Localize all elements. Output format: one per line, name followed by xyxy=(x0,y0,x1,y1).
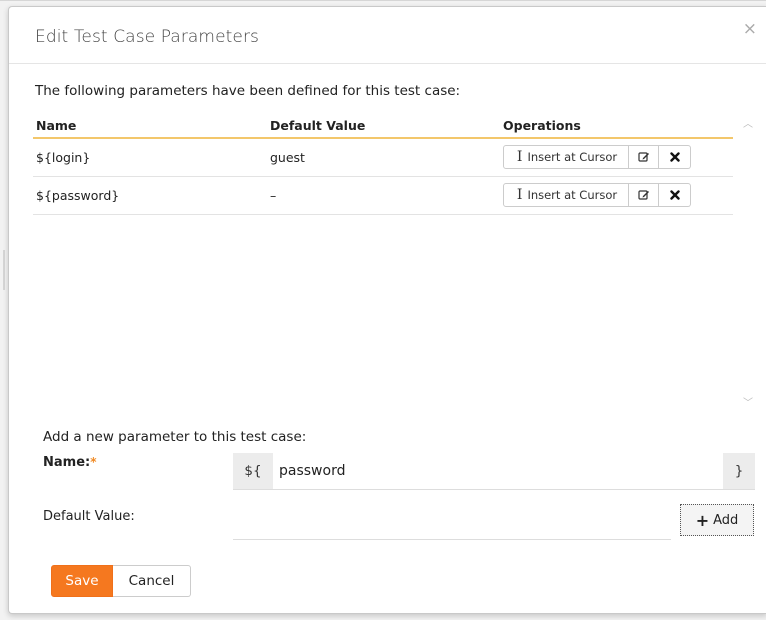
table-scrollbar[interactable]: ︿ ﹀ xyxy=(739,111,757,413)
parameter-name: ${login} xyxy=(36,150,91,165)
insert-at-cursor-button[interactable]: I Insert at Cursor xyxy=(503,145,629,169)
header-divider xyxy=(9,63,766,64)
edit-button[interactable] xyxy=(629,183,659,207)
insert-at-cursor-label: Insert at Cursor xyxy=(527,188,618,202)
edit-icon xyxy=(637,152,649,162)
parameter-default-value: – xyxy=(270,188,277,203)
name-suffix: } xyxy=(723,453,755,489)
column-header-default-value: Default Value xyxy=(270,118,366,133)
insert-at-cursor-label: Insert at Cursor xyxy=(527,150,618,164)
background-divider xyxy=(3,250,5,290)
cancel-button[interactable]: Cancel xyxy=(113,565,191,597)
parameters-table: Name Default Value Operations ${login} g… xyxy=(33,111,757,413)
add-button-label: Add xyxy=(713,512,739,528)
column-header-name: Name xyxy=(36,118,77,133)
parameter-name: ${password} xyxy=(36,188,120,203)
text-cursor-icon: I xyxy=(516,187,523,203)
edit-button[interactable] xyxy=(629,145,659,169)
required-marker: * xyxy=(90,455,97,469)
text-cursor-icon: I xyxy=(516,149,523,165)
name-label: Name:* xyxy=(43,455,97,470)
edit-parameters-dialog: Edit Test Case Parameters × The followin… xyxy=(8,6,766,614)
scroll-up-icon[interactable]: ︿ xyxy=(743,115,753,130)
parameter-name-input[interactable] xyxy=(279,453,719,489)
row-operations: I Insert at Cursor xyxy=(503,145,691,169)
delete-button[interactable] xyxy=(659,183,691,207)
add-parameter-title: Add a new parameter to this test case: xyxy=(43,429,307,445)
add-button[interactable]: + Add xyxy=(680,504,754,536)
close-icon[interactable]: × xyxy=(743,21,757,38)
table-row: ${password} – I Insert at Cursor xyxy=(33,177,733,215)
plus-icon: + xyxy=(695,510,710,530)
default-value-label: Default Value: xyxy=(43,509,135,524)
parameter-default-value: guest xyxy=(270,150,305,165)
delete-icon xyxy=(669,152,680,162)
save-button[interactable]: Save xyxy=(51,565,113,597)
dialog-title: Edit Test Case Parameters xyxy=(35,27,260,47)
background-divider xyxy=(0,0,766,1)
row-operations: I Insert at Cursor xyxy=(503,183,691,207)
edit-icon xyxy=(637,190,649,200)
table-row: ${login} guest I Insert at Cursor xyxy=(33,139,733,177)
name-input-group: ${ } xyxy=(233,453,755,490)
table-header: Name Default Value Operations xyxy=(33,111,733,139)
scroll-down-icon[interactable]: ﹀ xyxy=(743,394,753,409)
delete-button[interactable] xyxy=(659,145,691,169)
column-header-operations: Operations xyxy=(503,118,581,133)
name-label-text: Name: xyxy=(43,455,91,470)
delete-icon xyxy=(669,190,680,200)
default-value-input[interactable] xyxy=(233,507,671,540)
intro-text: The following parameters have been defin… xyxy=(35,83,461,99)
footer-buttons: Save Cancel xyxy=(51,565,191,597)
insert-at-cursor-button[interactable]: I Insert at Cursor xyxy=(503,183,629,207)
name-prefix: ${ xyxy=(233,453,273,489)
